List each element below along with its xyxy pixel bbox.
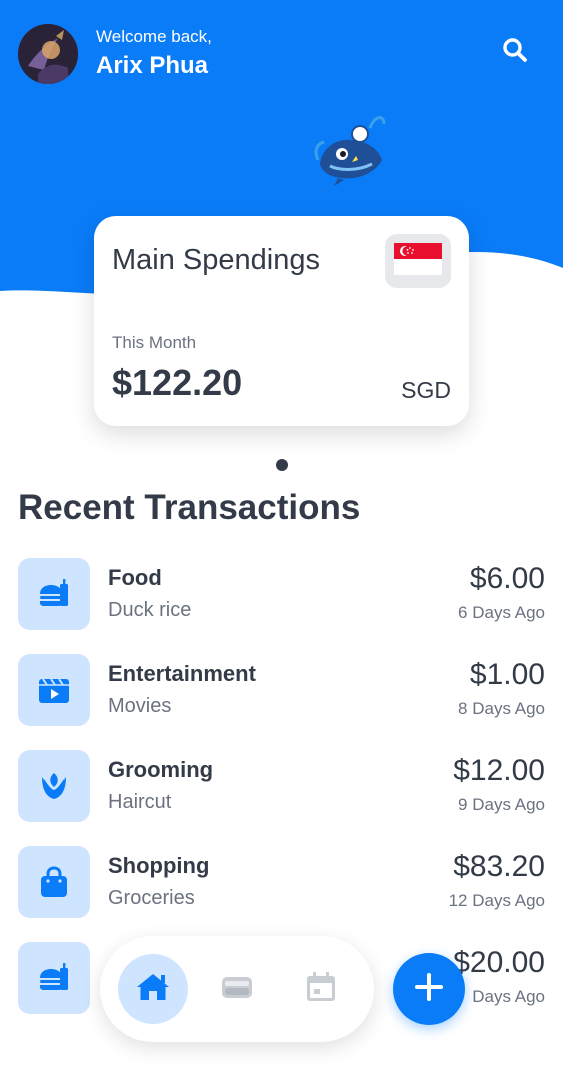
- tulip-icon: [18, 750, 90, 822]
- wallet-icon: [221, 974, 253, 1005]
- nav-wallet-button[interactable]: [202, 954, 272, 1024]
- card-period-label: This Month: [112, 333, 197, 352]
- transaction-row[interactable]: Shopping Groceries $83.20 12 Days Ago: [18, 846, 545, 918]
- transaction-amount: $12.00: [453, 754, 545, 787]
- transaction-category: Shopping: [108, 853, 210, 878]
- food-icon: [18, 558, 90, 630]
- singapore-flag-icon: [394, 242, 442, 280]
- plus-icon: [414, 972, 444, 1007]
- bottom-nav: [100, 936, 374, 1042]
- food-icon: [18, 942, 90, 1014]
- nav-home-button[interactable]: [118, 954, 188, 1024]
- transaction-time: 9 Days Ago: [458, 795, 545, 814]
- search-icon: [502, 37, 528, 68]
- transaction-description: Movies: [108, 695, 172, 717]
- card-title: Main Spendings: [112, 244, 320, 276]
- transaction-amount: $20.00: [453, 946, 545, 979]
- currency-flag-button[interactable]: [385, 234, 451, 288]
- transaction-description: Groceries: [108, 887, 195, 909]
- transaction-amount: $83.20: [453, 850, 545, 883]
- card-currency: SGD: [401, 377, 451, 403]
- welcome-text: Welcome back,: [96, 27, 212, 46]
- transaction-description: Haircut: [108, 791, 172, 813]
- spending-card[interactable]: Main Spendings This Month $122.20 SGD: [94, 216, 469, 426]
- home-icon: [135, 971, 171, 1008]
- mascot-illustration: [312, 108, 392, 188]
- calendar-icon: [305, 971, 337, 1008]
- carousel-dot-active[interactable]: [276, 459, 288, 471]
- transaction-row[interactable]: Grooming Haircut $12.00 9 Days Ago: [18, 750, 545, 822]
- search-button[interactable]: [497, 34, 533, 70]
- avatar[interactable]: [18, 24, 78, 84]
- shopping-bag-icon: [18, 846, 90, 918]
- transaction-category: Grooming: [108, 757, 214, 782]
- transaction-time: 6 Days Ago: [458, 603, 545, 622]
- transaction-row[interactable]: Food Duck rice $6.00 6 Days Ago: [18, 558, 545, 630]
- transaction-time: 12 Days Ago: [448, 891, 545, 910]
- transaction-time: 8 Days Ago: [458, 699, 545, 718]
- transaction-category: Entertainment: [108, 661, 256, 686]
- transaction-amount: $1.00: [469, 658, 545, 691]
- transaction-category: Food: [108, 565, 162, 590]
- section-title: Recent Transactions: [18, 488, 361, 527]
- add-transaction-button[interactable]: [393, 953, 465, 1025]
- user-name: Arix Phua: [96, 52, 209, 79]
- transaction-time: Days Ago: [472, 987, 545, 1006]
- transaction-amount: $6.00: [469, 562, 545, 595]
- card-amount: $122.20: [112, 362, 243, 403]
- transaction-description: Duck rice: [108, 599, 192, 621]
- transaction-row[interactable]: Entertainment Movies $1.00 8 Days Ago: [18, 654, 545, 726]
- nav-calendar-button[interactable]: [286, 954, 356, 1024]
- film-icon: [18, 654, 90, 726]
